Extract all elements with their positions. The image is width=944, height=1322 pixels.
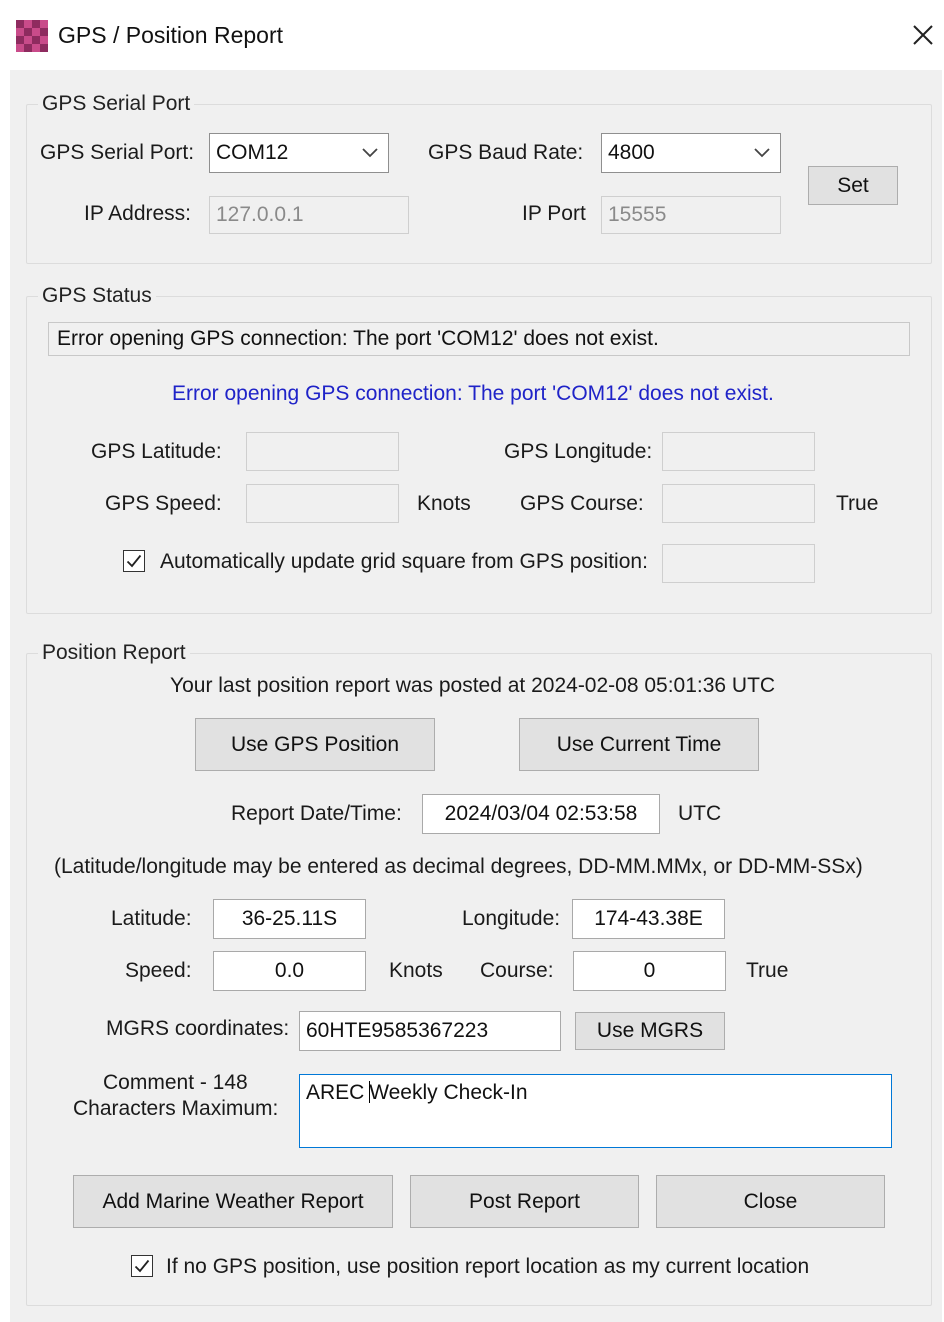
close-icon[interactable]	[906, 18, 940, 52]
baud-rate-combo[interactable]: 4800	[601, 133, 781, 173]
use-mgrs-button[interactable]: Use MGRS	[575, 1012, 725, 1050]
ip-port-label: IP Port	[522, 202, 586, 225]
checkmark-icon	[126, 554, 142, 568]
gps-course-label: GPS Course:	[520, 492, 644, 515]
coordinate-format-hint: (Latitude/longitude may be entered as de…	[54, 855, 863, 878]
use-current-time-button[interactable]: Use Current Time	[519, 718, 759, 771]
longitude-label: Longitude:	[462, 907, 561, 930]
report-datetime-label: Report Date/Time:	[231, 802, 402, 825]
title-bar: GPS / Position Report	[0, 0, 944, 70]
gps-latitude-label: GPS Latitude:	[91, 440, 222, 463]
add-marine-weather-button[interactable]: Add Marine Weather Report	[73, 1175, 393, 1228]
latitude-label: Latitude:	[111, 907, 192, 930]
close-button[interactable]: Close	[656, 1175, 885, 1228]
serial-port-value: COM12	[216, 141, 289, 164]
window-title: GPS / Position Report	[58, 22, 283, 48]
mgrs-input[interactable]: 60HTE9585367223	[299, 1011, 561, 1051]
course-label: Course:	[480, 959, 554, 982]
gps-longitude-field[interactable]	[662, 432, 815, 471]
gps-course-field[interactable]	[662, 484, 815, 523]
ip-address-label: IP Address:	[84, 202, 192, 225]
post-report-button[interactable]: Post Report	[410, 1175, 639, 1228]
last-report-text: Your last position report was posted at …	[170, 674, 776, 697]
ip-address-field[interactable]: 127.0.0.1	[209, 196, 409, 234]
fallback-location-label: If no GPS position, use position report …	[166, 1255, 810, 1278]
ip-port-field[interactable]: 15555	[601, 196, 781, 234]
latitude-input[interactable]: 36-25.11S	[213, 899, 366, 939]
chevron-down-icon	[362, 148, 378, 158]
comment-textarea[interactable]: AREC Weekly Check-In	[299, 1074, 892, 1148]
course-input[interactable]: 0	[573, 951, 726, 991]
gps-status-legend: GPS Status	[38, 284, 156, 308]
longitude-input[interactable]: 174-43.38E	[572, 899, 725, 939]
comment-label-line1: Comment - 148	[103, 1071, 248, 1094]
gps-error-message: Error opening GPS connection: The port '…	[172, 382, 774, 405]
comment-label-line2: Characters Maximum:	[73, 1097, 279, 1120]
grid-square-field[interactable]	[662, 544, 815, 583]
gps-speed-field[interactable]	[246, 484, 399, 523]
gps-speed-unit: Knots	[417, 492, 471, 515]
chevron-down-icon	[754, 148, 770, 158]
report-datetime-field[interactable]: 2024/03/04 02:53:58	[422, 794, 660, 834]
position-report-legend: Position Report	[38, 641, 190, 665]
auto-update-label: Automatically update grid square from GP…	[160, 550, 648, 573]
baud-rate-value: 4800	[608, 141, 655, 164]
gps-speed-label: GPS Speed:	[105, 492, 222, 515]
serial-port-combo[interactable]: COM12	[209, 133, 389, 173]
auto-update-checkbox[interactable]	[123, 550, 145, 572]
report-datetime-unit: UTC	[678, 802, 722, 825]
serial-port-label: GPS Serial Port:	[40, 141, 195, 164]
mgrs-label: MGRS coordinates:	[106, 1017, 290, 1040]
gps-serial-port-group	[26, 104, 932, 264]
comment-text-before-caret: AREC	[306, 1081, 371, 1104]
speed-unit: Knots	[389, 959, 443, 982]
fallback-location-checkbox[interactable]	[131, 1255, 153, 1277]
gps-serial-port-legend: GPS Serial Port	[38, 92, 195, 116]
checkmark-icon	[134, 1259, 150, 1273]
checkered-app-icon	[16, 20, 48, 52]
speed-input[interactable]: 0.0	[213, 951, 366, 991]
gps-longitude-label: GPS Longitude:	[504, 440, 653, 463]
baud-rate-label: GPS Baud Rate:	[428, 141, 584, 164]
course-unit: True	[746, 959, 789, 982]
gps-course-unit: True	[836, 492, 879, 515]
comment-text-after-caret: Weekly Check-In	[369, 1081, 528, 1104]
gps-latitude-field[interactable]	[246, 432, 399, 471]
use-gps-position-button[interactable]: Use GPS Position	[195, 718, 435, 771]
gps-status-box: Error opening GPS connection: The port '…	[48, 322, 910, 356]
speed-label: Speed:	[125, 959, 192, 982]
set-button[interactable]: Set	[808, 166, 898, 205]
